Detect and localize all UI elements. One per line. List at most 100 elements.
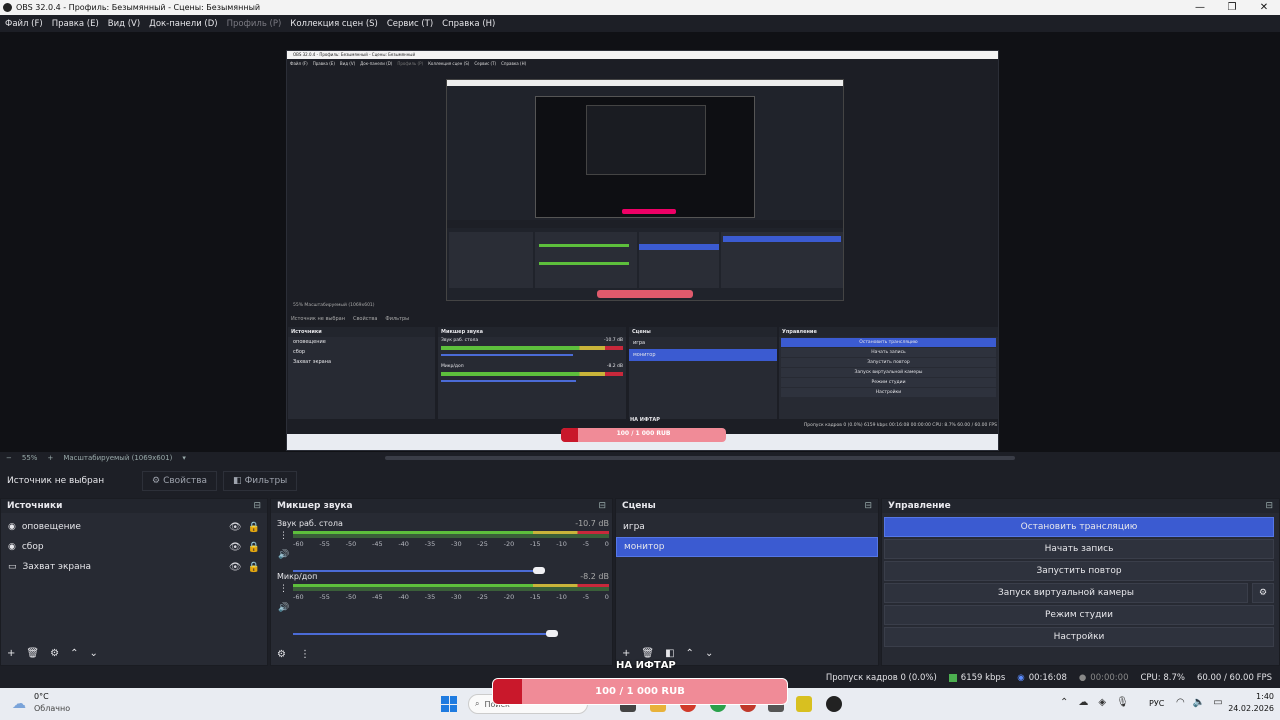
scenes-toolbar: + 🗑 ◧ ⌃ ⌄	[622, 648, 713, 659]
volume-slider[interactable]	[293, 629, 609, 639]
lock-app-icon[interactable]	[796, 696, 812, 712]
move-down-button[interactable]: ⌄	[89, 648, 97, 659]
lock-icon[interactable]: 🔒	[248, 522, 260, 533]
virtual-cam-button[interactable]: Запуск виртуальной камеры	[884, 583, 1248, 603]
nested-taskbar: 100 / 1 000 RUB	[287, 428, 998, 450]
start-tile	[449, 696, 457, 704]
menu-docks[interactable]: Док-панели (D)	[149, 19, 217, 29]
volume-handle[interactable]	[546, 630, 559, 637]
meter-bg	[293, 531, 609, 538]
add-source-button[interactable]: +	[7, 648, 15, 659]
volume-icon[interactable]: 🔈	[1193, 697, 1205, 708]
globe-icon: ◉	[8, 522, 16, 532]
dock-float-icon[interactable]: ⊟	[598, 501, 606, 511]
menu-edit[interactable]: Правка (E)	[52, 19, 99, 29]
scene-down-button[interactable]: ⌄	[705, 648, 713, 659]
filters-button[interactable]: ◧ Фильтры	[223, 471, 298, 491]
window-title: OBS 32.0.4 - Профиль: Безымянный - Сцены…	[16, 3, 261, 12]
menu-view[interactable]: Вид (V)	[108, 19, 140, 29]
source-item-collection[interactable]: ◉ сбор 👁 🔒	[1, 537, 267, 557]
settings-button[interactable]: Настройки	[884, 627, 1274, 647]
start-record-button[interactable]: Начать запись	[884, 539, 1274, 559]
window-titlebar: OBS 32.0.4 - Профиль: Безымянный - Сцены…	[0, 0, 1280, 15]
mixer-menu-icon[interactable]: ⋮	[300, 649, 310, 660]
menu-tools[interactable]: Сервис (T)	[387, 19, 433, 29]
add-scene-button[interactable]: +	[622, 648, 630, 659]
remove-source-button[interactable]: 🗑	[26, 648, 39, 659]
meter-tick-label: -15	[529, 593, 541, 601]
menu-bar: Файл (F) Правка (E) Вид (V) Док-панели (…	[0, 15, 1280, 32]
nested-source-item: оповещение	[293, 339, 326, 345]
cloud-tray-icon[interactable]: ☁	[1078, 697, 1088, 708]
eye-icon[interactable]: 👁	[229, 562, 242, 573]
meter-ticks: -60 -55 -50 -45 -40 -35 -30 -25 -20 -15 -10 -5 0	[293, 593, 609, 601]
source-item-screen-capture[interactable]: ▭ Захват экрана 👁 🔒	[1, 557, 267, 577]
nested-track-db: -8.2 dB	[606, 364, 623, 369]
remove-scene-button[interactable]: 🗑	[641, 648, 654, 659]
mixer-toolbar: ⚙ ⋮	[277, 649, 310, 660]
nested-menu-item: Док-панели (D)	[360, 61, 393, 66]
scale-mode-select[interactable]: Масштабируемый (1069x601)	[63, 454, 172, 462]
nested-inner-scene-selected	[639, 244, 719, 250]
clock-date[interactable]: 24.02.2026	[1218, 704, 1274, 713]
wifi-icon[interactable]: ◠	[1176, 697, 1185, 708]
obs-app-icon[interactable]	[826, 696, 842, 712]
scene-item-monitor[interactable]: монитор	[616, 537, 878, 557]
meter-tick-label: -25	[477, 593, 488, 601]
track-menu-icon[interactable]: ⋮	[279, 584, 288, 594]
speaker-icon[interactable]: 🔊	[278, 603, 289, 613]
virtual-cam-settings-icon[interactable]: ⚙	[1252, 583, 1274, 603]
start-replay-button[interactable]: Запустить повтор	[884, 561, 1274, 581]
menu-help[interactable]: Справка (H)	[442, 19, 495, 29]
mixer-title: Микшер звука	[277, 501, 353, 511]
scenes-header: Сцены ⊟	[616, 499, 878, 513]
language-indicator[interactable]: РУС	[1149, 699, 1164, 708]
nested-inner-mixer	[535, 232, 637, 288]
scene-up-button[interactable]: ⌃	[686, 648, 694, 659]
zoom-out-button[interactable]: −	[6, 454, 12, 462]
clock-time[interactable]: 1:40	[1226, 692, 1274, 701]
chevron-down-icon[interactable]: ▾	[182, 454, 186, 462]
weather-temp[interactable]: 0°C	[34, 692, 49, 701]
fps: 60.00 / 60.00 FPS	[1196, 673, 1272, 683]
nested-scenes-title: Сцены	[629, 327, 777, 337]
nested-inner-preview	[446, 79, 844, 301]
stop-stream-button[interactable]: Остановить трансляцию	[884, 517, 1274, 537]
dock-float-icon[interactable]: ⊟	[1265, 501, 1273, 511]
zoom-in-button[interactable]: +	[47, 454, 53, 462]
shield-icon[interactable]: ◈	[1098, 697, 1106, 708]
speaker-icon[interactable]: 🔊	[278, 550, 289, 560]
source-item-notification[interactable]: ◉ оповещение 👁 🔒	[1, 517, 267, 537]
move-up-button[interactable]: ⌃	[70, 648, 78, 659]
dock-float-icon[interactable]: ⊟	[864, 501, 872, 511]
lock-icon[interactable]: 🔒	[248, 562, 260, 573]
globe-icon: ◉	[8, 542, 16, 552]
microphone-icon[interactable]: 🎙	[1116, 697, 1129, 708]
close-button[interactable]: ✕	[1248, 0, 1280, 15]
properties-button[interactable]: ⚙ Свойства	[142, 471, 218, 491]
lock-icon[interactable]: 🔒	[248, 542, 260, 553]
weather-desc[interactable]: Облачно	[34, 704, 70, 713]
minimize-button[interactable]: —	[1184, 0, 1216, 15]
scene-filters-button[interactable]: ◧	[665, 648, 674, 659]
maximize-button[interactable]: ❐	[1216, 0, 1248, 15]
source-settings-button[interactable]: ⚙	[50, 648, 59, 659]
studio-mode-button[interactable]: Режим студии	[884, 605, 1274, 625]
windows-start-icon[interactable]	[441, 696, 457, 712]
bitrate-indicator: 6159 kbps	[948, 673, 1005, 683]
dock-float-icon[interactable]: ⊟	[253, 501, 261, 511]
track-menu-icon[interactable]: ⋮	[279, 531, 288, 541]
menu-scene-collection[interactable]: Коллекция сцен (S)	[290, 19, 378, 29]
filter-icon: ◧	[233, 476, 242, 486]
controls-header: Управление ⊟	[882, 499, 1279, 513]
eye-icon[interactable]: 👁	[229, 542, 242, 553]
track-name: Звук раб. стола	[277, 519, 343, 528]
nested-inner-screen	[535, 96, 755, 218]
preview-scrollbar[interactable]	[385, 456, 1015, 460]
menu-file[interactable]: Файл (F)	[5, 19, 43, 29]
scene-item-game[interactable]: игра	[616, 517, 878, 537]
mixer-settings-icon[interactable]: ⚙	[277, 649, 286, 660]
eye-icon[interactable]: 👁	[229, 522, 242, 533]
chevron-up-icon[interactable]: ⌃	[1060, 697, 1068, 708]
nested-control-button: Начать запись	[781, 348, 996, 357]
